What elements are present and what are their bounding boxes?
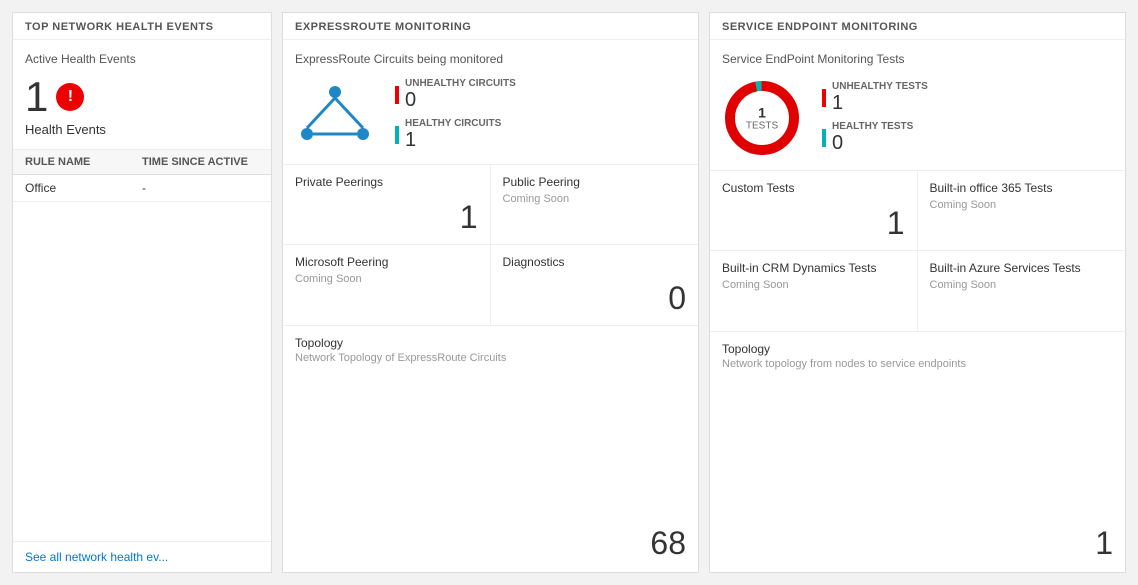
expressroute-icon	[295, 84, 375, 147]
circuit-stats: UNHEALTHY CIRCUITS 0 HEALTHY CIRCUITS 1	[395, 78, 516, 152]
builtin-o365-cell[interactable]: Built-in office 365 Tests Coming Soon	[918, 171, 1126, 251]
right-topology-title: Topology	[722, 342, 1113, 356]
unhealthy-circuits-label: UNHEALTHY CIRCUITS	[405, 78, 516, 89]
healthy-bar	[395, 126, 399, 144]
service-stats: UNHEALTHY TESTS 1 HEALTHY TESTS 0	[822, 81, 928, 155]
custom-tests-cell[interactable]: Custom Tests 1	[710, 171, 918, 251]
right-grid: Custom Tests 1 Built-in office 365 Tests…	[710, 171, 1125, 332]
unhealthy-tests-bar	[822, 89, 826, 107]
custom-tests-title: Custom Tests	[722, 181, 905, 195]
middle-topology-value: 68	[650, 525, 686, 562]
custom-tests-value: 1	[887, 205, 905, 242]
builtin-o365-title: Built-in office 365 Tests	[930, 181, 1114, 195]
healthy-tests-value: 0	[832, 132, 913, 155]
builtin-azure-title: Built-in Azure Services Tests	[930, 261, 1114, 275]
col-time-since: TIME SINCE ACTIVE	[142, 156, 259, 168]
service-endpoint-card: Service EndPoint Monitoring Tests 1 TEST…	[710, 40, 1125, 171]
healthy-circuits-value: 1	[405, 129, 501, 152]
builtin-crm-cell[interactable]: Built-in CRM Dynamics Tests Coming Soon	[710, 251, 918, 331]
microsoft-peering-title: Microsoft Peering	[295, 255, 478, 269]
builtin-azure-cell[interactable]: Built-in Azure Services Tests Coming Soo…	[918, 251, 1126, 331]
healthy-tests-bar	[822, 129, 826, 147]
right-panel-header: SERVICE ENDPOINT MONITORING	[710, 13, 1125, 40]
health-count-number: 1	[25, 76, 48, 118]
diagnostics-value: 0	[668, 280, 686, 317]
col-rule-name: RULE NAME	[25, 156, 142, 168]
private-peerings-title: Private Peerings	[295, 175, 478, 189]
service-endpoint-content: 1 TESTS UNHEALTHY TESTS 1	[722, 78, 1113, 158]
events-table: RULE NAME TIME SINCE ACTIVE Office -	[13, 150, 271, 541]
active-health-events-title: Active Health Events	[25, 52, 259, 66]
healthy-circuits-row: HEALTHY CIRCUITS 1	[395, 118, 516, 152]
public-peering-subtitle: Coming Soon	[503, 193, 687, 205]
diagnostics-cell[interactable]: Diagnostics 0	[491, 245, 699, 325]
builtin-crm-subtitle: Coming Soon	[722, 279, 905, 291]
public-peering-title: Public Peering	[503, 175, 687, 189]
private-peerings-cell[interactable]: Private Peerings 1	[283, 165, 491, 245]
public-peering-cell[interactable]: Public Peering Coming Soon	[491, 165, 699, 245]
donut-center-label: 1 TESTS	[746, 105, 778, 132]
row-time-since: -	[142, 181, 259, 195]
expressroute-content: UNHEALTHY CIRCUITS 0 HEALTHY CIRCUITS 1	[295, 78, 686, 152]
unhealthy-circuits-row: UNHEALTHY CIRCUITS 0	[395, 78, 516, 112]
microsoft-peering-cell[interactable]: Microsoft Peering Coming Soon	[283, 245, 491, 325]
health-events-label: Health Events	[25, 122, 259, 137]
left-panel-header: TOP NETWORK HEALTH EVENTS	[13, 13, 271, 40]
right-topology-subtitle: Network topology from nodes to service e…	[722, 358, 1113, 370]
see-all-link[interactable]: See all network health ev...	[13, 541, 271, 572]
builtin-crm-title: Built-in CRM Dynamics Tests	[722, 261, 905, 275]
middle-topology-card[interactable]: Topology Network Topology of ExpressRout…	[283, 326, 698, 572]
health-count-row: 1 !	[25, 76, 259, 118]
unhealthy-tests-row: UNHEALTHY TESTS 1	[822, 81, 928, 115]
right-topology-value: 1	[1095, 525, 1113, 562]
health-events-card: Active Health Events 1 ! Health Events	[13, 40, 271, 150]
microsoft-peering-subtitle: Coming Soon	[295, 273, 478, 285]
row-rule-name: Office	[25, 181, 142, 195]
healthy-tests-label: HEALTHY TESTS	[832, 121, 913, 132]
private-peerings-value: 1	[460, 199, 478, 236]
middle-panel: EXPRESSROUTE MONITORING ExpressRoute Cir…	[282, 12, 699, 573]
unhealthy-tests-value: 1	[832, 92, 928, 115]
diagnostics-title: Diagnostics	[503, 255, 687, 269]
right-topology-card[interactable]: Topology Network topology from nodes to …	[710, 332, 1125, 572]
unhealthy-tests-label: UNHEALTHY TESTS	[832, 81, 928, 92]
expressroute-card: ExpressRoute Circuits being monitored	[283, 40, 698, 165]
middle-panel-header: EXPRESSROUTE MONITORING	[283, 13, 698, 40]
expressroute-title: ExpressRoute Circuits being monitored	[295, 52, 686, 66]
builtin-azure-subtitle: Coming Soon	[930, 279, 1114, 291]
builtin-o365-subtitle: Coming Soon	[930, 199, 1114, 211]
donut-chart: 1 TESTS	[722, 78, 802, 158]
service-endpoint-title: Service EndPoint Monitoring Tests	[722, 52, 1113, 66]
right-panel: SERVICE ENDPOINT MONITORING Service EndP…	[709, 12, 1126, 573]
alert-icon: !	[56, 83, 84, 111]
healthy-tests-row: HEALTHY TESTS 0	[822, 121, 928, 155]
unhealthy-circuits-value: 0	[405, 89, 516, 112]
middle-topology-title: Topology	[295, 336, 686, 350]
unhealthy-bar	[395, 86, 399, 104]
middle-topology-subtitle: Network Topology of ExpressRoute Circuit…	[295, 352, 686, 364]
middle-grid: Private Peerings 1 Public Peering Coming…	[283, 165, 698, 326]
healthy-circuits-label: HEALTHY CIRCUITS	[405, 118, 501, 129]
events-table-header: RULE NAME TIME SINCE ACTIVE	[13, 150, 271, 175]
table-row: Office -	[13, 175, 271, 202]
left-panel: TOP NETWORK HEALTH EVENTS Active Health …	[12, 12, 272, 573]
